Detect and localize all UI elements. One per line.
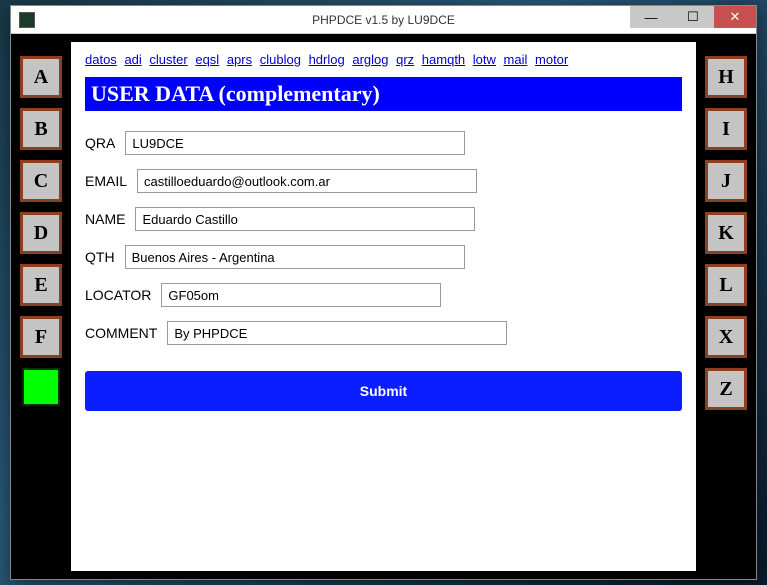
side-button-j[interactable]: J (705, 160, 747, 202)
nav-link-datos[interactable]: datos (85, 52, 117, 67)
nav-link-adi[interactable]: adi (124, 52, 141, 67)
maximize-button[interactable]: ☐ (672, 6, 714, 28)
email-label: EMAIL (85, 173, 127, 189)
close-button[interactable]: ✕ (714, 6, 756, 28)
name-input[interactable] (135, 207, 475, 231)
side-button-b[interactable]: B (20, 108, 62, 150)
side-button-f[interactable]: F (20, 316, 62, 358)
window-title: PHPDCE v1.5 by LU9DCE (312, 13, 455, 27)
nav-link-qrz[interactable]: qrz (396, 52, 414, 67)
nav-links: datos adi cluster eqsl aprs clublog hdrl… (85, 52, 682, 67)
nav-link-clublog[interactable]: clublog (260, 52, 301, 67)
section-title: USER DATA (complementary) (85, 77, 682, 111)
green-square-icon[interactable] (22, 368, 60, 406)
app-window: PHPDCE v1.5 by LU9DCE — ☐ ✕ ABCDEF datos… (10, 5, 757, 580)
qth-input[interactable] (125, 245, 465, 269)
comment-input[interactable] (167, 321, 507, 345)
side-button-c[interactable]: C (20, 160, 62, 202)
side-button-l[interactable]: L (705, 264, 747, 306)
nav-link-hamqth[interactable]: hamqth (422, 52, 465, 67)
minimize-button[interactable]: — (630, 6, 672, 28)
app-icon (19, 12, 35, 28)
right-sidebar: HIJKLXZ (700, 42, 752, 571)
comment-label: COMMENT (85, 325, 157, 341)
side-button-h[interactable]: H (705, 56, 747, 98)
nav-link-eqsl[interactable]: eqsl (195, 52, 219, 67)
side-button-d[interactable]: D (20, 212, 62, 254)
side-button-x[interactable]: X (705, 316, 747, 358)
nav-link-hdrlog[interactable]: hdrlog (309, 52, 345, 67)
qth-label: QTH (85, 249, 115, 265)
side-button-a[interactable]: A (20, 56, 62, 98)
qra-input[interactable] (125, 131, 465, 155)
side-button-k[interactable]: K (705, 212, 747, 254)
side-button-i[interactable]: I (705, 108, 747, 150)
window-controls: — ☐ ✕ (630, 6, 756, 28)
main-content: datos adi cluster eqsl aprs clublog hdrl… (71, 42, 696, 571)
nav-link-motor[interactable]: motor (535, 52, 568, 67)
titlebar[interactable]: PHPDCE v1.5 by LU9DCE — ☐ ✕ (11, 6, 756, 34)
nav-link-lotw[interactable]: lotw (473, 52, 496, 67)
nav-link-aprs[interactable]: aprs (227, 52, 252, 67)
nav-link-arglog[interactable]: arglog (352, 52, 388, 67)
nav-link-mail[interactable]: mail (504, 52, 528, 67)
locator-label: LOCATOR (85, 287, 151, 303)
side-button-z[interactable]: Z (705, 368, 747, 410)
nav-link-cluster[interactable]: cluster (149, 52, 187, 67)
qra-label: QRA (85, 135, 115, 151)
locator-input[interactable] (161, 283, 441, 307)
name-label: NAME (85, 211, 125, 227)
email-input[interactable] (137, 169, 477, 193)
submit-button[interactable]: Submit (85, 371, 682, 411)
app-body: ABCDEF datos adi cluster eqsl aprs clubl… (11, 34, 756, 579)
left-sidebar: ABCDEF (15, 42, 67, 571)
side-button-e[interactable]: E (20, 264, 62, 306)
